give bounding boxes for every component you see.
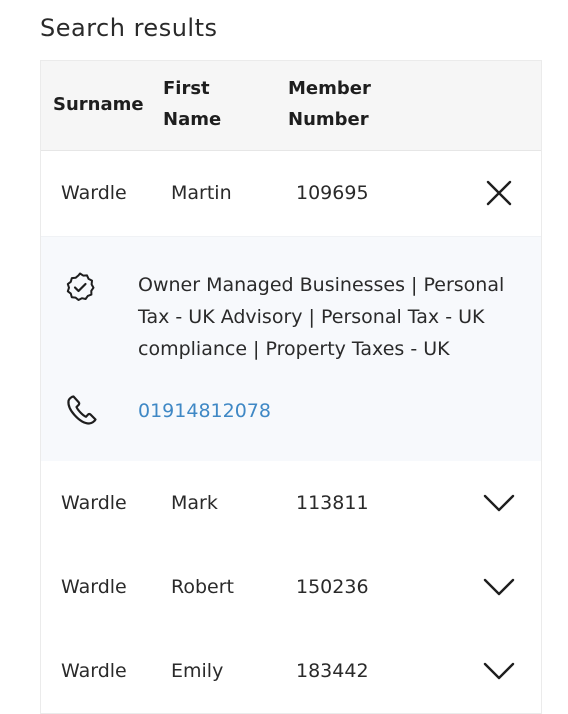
table-row[interactable]: Wardle Robert 150236 bbox=[41, 545, 541, 629]
specialisms-text: Owner Managed Businesses | Personal Tax … bbox=[138, 274, 505, 360]
header-member-number-line2: Number bbox=[288, 109, 369, 130]
header-member-number: Member Number bbox=[288, 73, 398, 135]
table-row[interactable]: Wardle Emily 183442 bbox=[41, 629, 541, 713]
member-number-cell: 183442 bbox=[296, 660, 369, 682]
surname-cell: Wardle bbox=[61, 492, 127, 514]
member-number-cell: 150236 bbox=[296, 576, 369, 598]
phone-link[interactable]: 01914812078 bbox=[138, 397, 271, 425]
member-number-cell: 113811 bbox=[296, 492, 369, 514]
header-first-name-line1: First bbox=[163, 78, 210, 99]
header-surname: Surname bbox=[53, 94, 144, 115]
row-details: Owner Managed Businesses | Personal Tax … bbox=[41, 236, 541, 461]
header-member-number-line1: Member bbox=[288, 78, 371, 99]
page-title: Search results bbox=[40, 14, 218, 42]
expand-row-button[interactable] bbox=[483, 487, 515, 519]
chevron-down-icon bbox=[483, 662, 515, 680]
table-row[interactable]: Wardle Martin 109695 bbox=[41, 151, 541, 236]
expand-row-button[interactable] bbox=[483, 655, 515, 687]
first-name-cell: Robert bbox=[171, 576, 234, 598]
collapse-row-button[interactable] bbox=[483, 177, 515, 209]
check-badge-icon bbox=[66, 272, 95, 301]
header-first-name: First Name bbox=[163, 73, 273, 135]
phone-icon bbox=[67, 395, 97, 425]
member-number-cell: 109695 bbox=[296, 182, 369, 204]
chevron-down-icon bbox=[483, 494, 515, 512]
expand-row-button[interactable] bbox=[483, 571, 515, 603]
header-first-name-line2: Name bbox=[163, 109, 222, 130]
surname-cell: Wardle bbox=[61, 576, 127, 598]
chevron-down-icon bbox=[483, 578, 515, 596]
first-name-cell: Mark bbox=[171, 492, 218, 514]
table-header: Surname First Name Member Number bbox=[41, 61, 541, 151]
first-name-cell: Martin bbox=[171, 182, 232, 204]
surname-cell: Wardle bbox=[61, 182, 127, 204]
close-icon bbox=[486, 180, 512, 206]
surname-cell: Wardle bbox=[61, 660, 127, 682]
first-name-cell: Emily bbox=[171, 660, 224, 682]
results-table: Surname First Name Member Number Wardle … bbox=[40, 60, 542, 714]
table-row[interactable]: Wardle Mark 113811 bbox=[41, 461, 541, 545]
